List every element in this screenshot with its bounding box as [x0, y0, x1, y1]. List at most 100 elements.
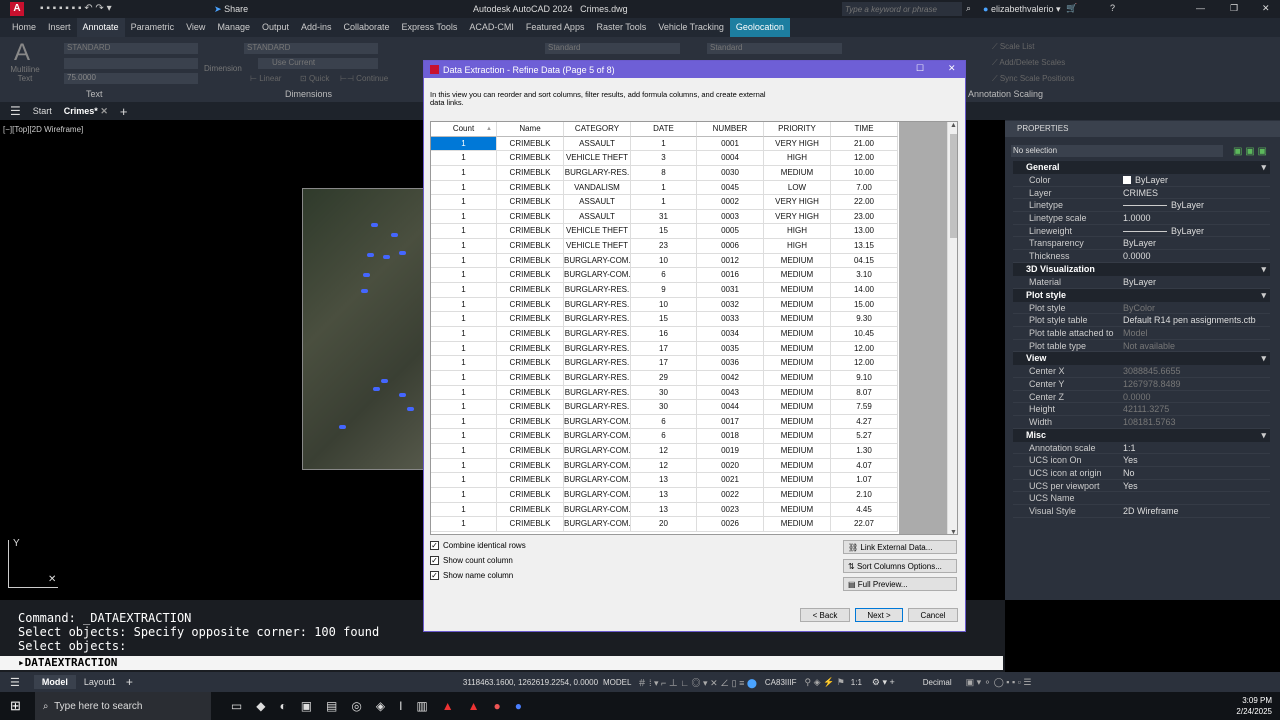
table-cell-category[interactable]: BURGLARY-RES. — [564, 385, 631, 401]
table-row[interactable]: 1 CRIMEBLK BURGLARY-COM. 12 0019 MEDIUM 1.30 — [431, 444, 957, 459]
table-cell-number[interactable]: 0030 — [697, 165, 764, 181]
share-button[interactable]: ➤ Share — [214, 4, 248, 15]
table-cell-category[interactable]: VANDALISM — [564, 180, 631, 196]
table-cell-date[interactable]: 8 — [631, 165, 697, 181]
table-cell-number[interactable]: 0044 — [697, 400, 764, 415]
table-cell-time[interactable]: 5.27 — [831, 429, 898, 445]
text-style-select[interactable]: STANDARD — [64, 43, 198, 54]
table-cell-date[interactable]: 6 — [631, 429, 697, 445]
multiline-text-label[interactable]: Multiline Text — [8, 65, 42, 83]
table-cell-count[interactable]: 1 — [431, 517, 497, 532]
table-cell-category[interactable]: BURGLARY-COM. — [564, 429, 631, 445]
table-cell-count[interactable]: 1 — [431, 502, 497, 518]
column-header-time[interactable]: TIME — [831, 122, 898, 137]
property-value[interactable]: 1267978.8489 — [1123, 378, 1270, 390]
table-cell-time[interactable]: 15.00 — [831, 297, 898, 313]
table-cell-name[interactable]: CRIMEBLK — [497, 239, 564, 254]
help-icon[interactable]: ? — [1110, 3, 1115, 13]
table-row[interactable]: 1 CRIMEBLK VEHICLE THEFT 23 0006 HIGH 13.15 — [431, 239, 957, 254]
property-value[interactable]: 1:1 — [1123, 442, 1270, 454]
table-cell-number[interactable]: 0032 — [697, 297, 764, 313]
table-cell-priority[interactable]: MEDIUM — [764, 253, 831, 269]
table-style-select[interactable]: Standard — [707, 43, 842, 54]
table-cell-number[interactable]: 0026 — [697, 517, 764, 532]
table-row[interactable]: 1 CRIMEBLK BURGLARY-COM. 6 0017 MEDIUM 4.27 — [431, 414, 957, 430]
table-cell-count[interactable]: 1 — [431, 385, 497, 401]
table-cell-name[interactable]: CRIMEBLK — [497, 224, 564, 240]
close-button[interactable]: ✕ — [1262, 3, 1270, 14]
property-value[interactable]: ByLayer — [1123, 237, 1270, 249]
table-cell-priority[interactable]: VERY HIGH — [764, 209, 831, 225]
table-cell-date[interactable]: 1 — [631, 195, 697, 210]
table-cell-category[interactable]: BURGLARY-COM. — [564, 253, 631, 269]
property-value[interactable]: ByLayer — [1123, 174, 1270, 186]
table-cell-category[interactable]: BURGLARY-RES. — [564, 283, 631, 298]
table-cell-time[interactable]: 22.07 — [831, 517, 898, 532]
quick-access-toolbar-icons[interactable]: ▪ ▪ ▪ ▪ ▪ ▪ ▪ ↶ ↷ ▾ — [40, 3, 112, 14]
table-row[interactable]: 1 CRIMEBLK BURGLARY-RES. 30 0043 MEDIUM 8.07 — [431, 385, 957, 401]
property-row[interactable]: Thickness 0.0000 — [1013, 250, 1270, 263]
table-cell-priority[interactable]: MEDIUM — [764, 297, 831, 313]
table-cell-category[interactable]: BURGLARY-RES. — [564, 312, 631, 327]
table-cell-count[interactable]: 1 — [431, 239, 497, 254]
table-cell-category[interactable]: BURGLARY-COM. — [564, 488, 631, 503]
table-cell-number[interactable]: 0017 — [697, 414, 764, 430]
table-cell-date[interactable]: 13 — [631, 488, 697, 503]
table-cell-count[interactable]: 1 — [431, 326, 497, 342]
crime-point[interactable] — [361, 289, 368, 293]
table-cell-number[interactable]: 0045 — [697, 180, 764, 196]
column-header-name[interactable]: Name — [497, 122, 564, 137]
user-menu[interactable]: ● elizabethvalerio ▾ — [983, 4, 1061, 15]
tab-geolocation[interactable]: Geolocation — [729, 18, 790, 37]
table-cell-priority[interactable]: MEDIUM — [764, 473, 831, 489]
table-cell-time[interactable]: 12.00 — [831, 151, 898, 166]
table-cell-priority[interactable]: VERY HIGH — [764, 195, 831, 210]
table-cell-name[interactable]: CRIMEBLK — [497, 400, 564, 415]
table-cell-count[interactable]: 1 — [431, 356, 497, 371]
crime-point[interactable] — [407, 407, 414, 411]
text-panel-label[interactable]: Text — [86, 89, 103, 99]
table-cell-category[interactable]: ASSAULT — [564, 209, 631, 225]
tab-collaborate[interactable]: Collaborate — [338, 18, 396, 37]
table-cell-name[interactable]: CRIMEBLK — [497, 136, 564, 152]
table-cell-priority[interactable]: MEDIUM — [764, 326, 831, 342]
table-cell-time[interactable]: 10.45 — [831, 326, 898, 342]
next-button[interactable]: Next > — [855, 608, 903, 622]
table-row[interactable]: 1 CRIMEBLK BURGLARY-COM. 6 0018 MEDIUM 5.27 — [431, 429, 957, 445]
crime-point[interactable] — [383, 255, 390, 259]
table-cell-category[interactable]: BURGLARY-COM. — [564, 414, 631, 430]
coordinates-readout[interactable]: 3118463.1600, 1262619.2254, 0.0000 — [463, 678, 598, 687]
table-cell-time[interactable]: 04.15 — [831, 253, 898, 269]
table-row[interactable]: 1 CRIMEBLK VEHICLE THEFT 15 0005 HIGH 13.00 — [431, 224, 957, 240]
crime-point[interactable] — [339, 425, 346, 429]
table-cell-number[interactable]: 0023 — [697, 502, 764, 518]
tab-express-tools[interactable]: Express Tools — [396, 18, 464, 37]
table-cell-name[interactable]: CRIMEBLK — [497, 502, 564, 518]
property-row[interactable]: UCS Name — [1013, 492, 1270, 506]
text-height-select[interactable]: 75.0000 — [64, 73, 198, 84]
property-value[interactable]: ByLayer — [1123, 276, 1270, 288]
crime-point[interactable] — [367, 253, 374, 257]
property-row[interactable]: Height 42111.3275 — [1013, 403, 1270, 416]
table-cell-priority[interactable]: MEDIUM — [764, 283, 831, 298]
viewport-controls[interactable]: [−][Top][2D Wireframe] — [3, 125, 83, 134]
tab-manage[interactable]: Manage — [211, 18, 256, 37]
table-cell-count[interactable]: 1 — [431, 224, 497, 240]
column-header-date[interactable]: DATE — [631, 122, 697, 137]
tab-annotate[interactable]: Annotate — [76, 18, 125, 37]
selection-dropdown[interactable]: No selection — [1011, 145, 1223, 157]
table-cell-count[interactable]: 1 — [431, 444, 497, 459]
table-cell-date[interactable]: 15 — [631, 224, 697, 240]
table-cell-name[interactable]: CRIMEBLK — [497, 414, 564, 430]
table-cell-time[interactable]: 7.00 — [831, 180, 898, 196]
table-cell-number[interactable]: 0003 — [697, 209, 764, 225]
table-cell-date[interactable]: 29 — [631, 370, 697, 386]
table-row[interactable]: 1 CRIMEBLK BURGLARY-COM. 6 0016 MEDIUM 3.10 — [431, 268, 957, 284]
table-cell-count[interactable]: 1 — [431, 136, 497, 152]
column-header-priority[interactable]: PRIORITY — [764, 122, 831, 137]
model-tab[interactable]: Model — [33, 675, 76, 689]
text-find-input[interactable] — [64, 58, 198, 69]
table-cell-number[interactable]: 0019 — [697, 444, 764, 459]
back-button[interactable]: < Back — [800, 608, 850, 622]
table-cell-date[interactable]: 30 — [631, 385, 697, 401]
